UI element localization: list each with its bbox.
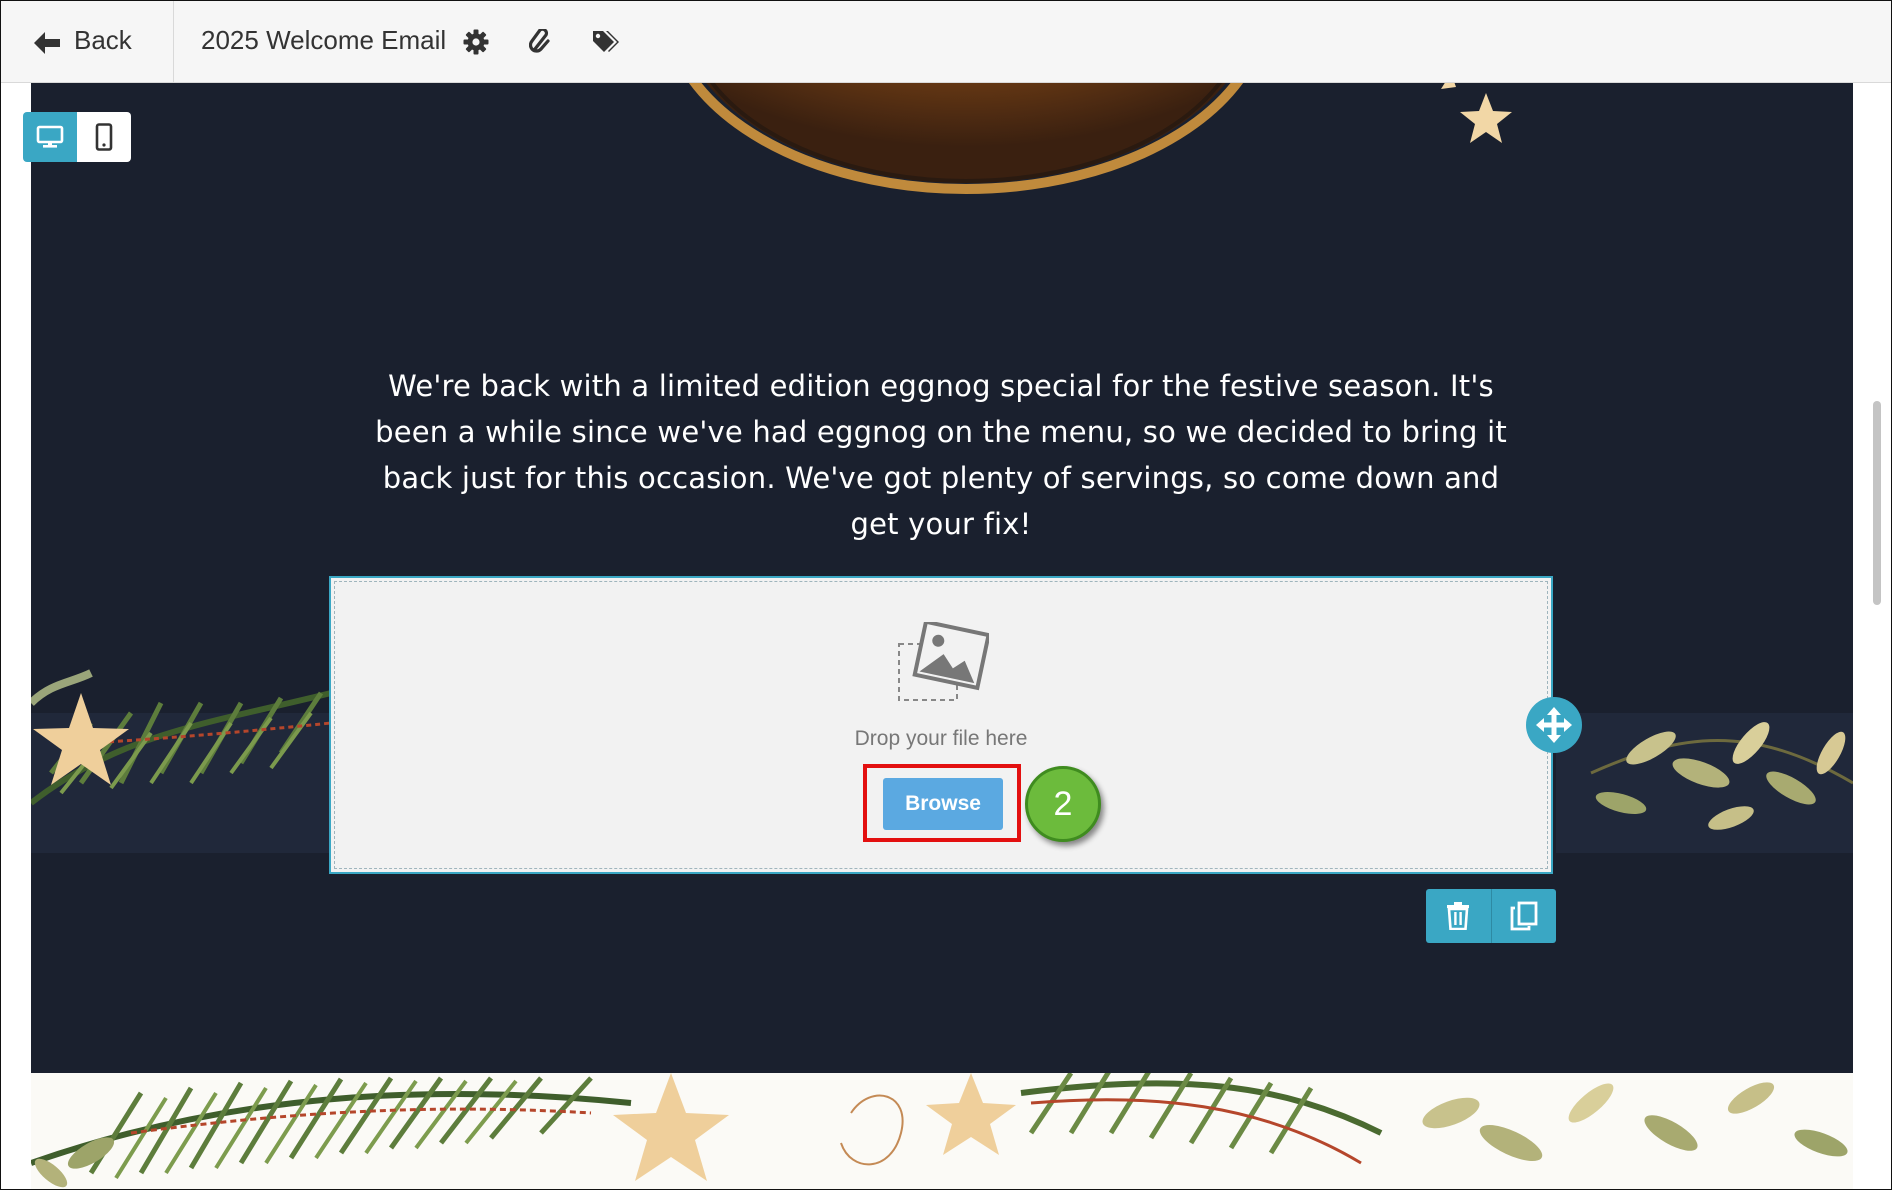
footer-greenery-art [31, 1073, 1848, 1188]
gear-icon[interactable] [463, 29, 489, 60]
paperclip-icon[interactable] [528, 27, 553, 60]
duplicate-block-button[interactable] [1490, 889, 1557, 943]
browse-highlight-box [863, 764, 1021, 842]
tags-icon[interactable] [591, 29, 621, 60]
image-placeholder-icon [898, 622, 989, 701]
email-body-paragraph[interactable]: We're back with a limited edition eggnog… [361, 363, 1521, 547]
step-number-badge: 2 [1025, 766, 1101, 842]
desktop-view-button[interactable] [23, 112, 77, 162]
back-button[interactable]: Back [1, 1, 174, 82]
scrollbar-thumb[interactable] [1873, 401, 1881, 605]
move-arrows-icon [1536, 707, 1572, 743]
copy-icon [1510, 901, 1538, 931]
email-title: 2025 Welcome Email [201, 25, 447, 55]
editor-window: Back 2025 Welcome Email We're back with … [0, 0, 1892, 1190]
arrow-left-icon [34, 32, 60, 54]
trash-icon [1447, 902, 1470, 930]
back-label: Back [74, 25, 132, 55]
block-action-group [1426, 889, 1556, 943]
mobile-phone-icon [95, 123, 113, 151]
vertical-scrollbar[interactable] [1863, 83, 1891, 1189]
top-toolbar: Back 2025 Welcome Email [1, 1, 1891, 83]
email-footer-decoration [31, 1073, 1853, 1189]
drop-file-text: Drop your file here [854, 727, 1028, 750]
delete-block-button[interactable] [1426, 889, 1491, 943]
move-block-handle[interactable] [1526, 697, 1582, 753]
monitor-icon [36, 125, 64, 148]
mobile-view-button[interactable] [77, 112, 131, 162]
view-toggle [23, 112, 131, 162]
